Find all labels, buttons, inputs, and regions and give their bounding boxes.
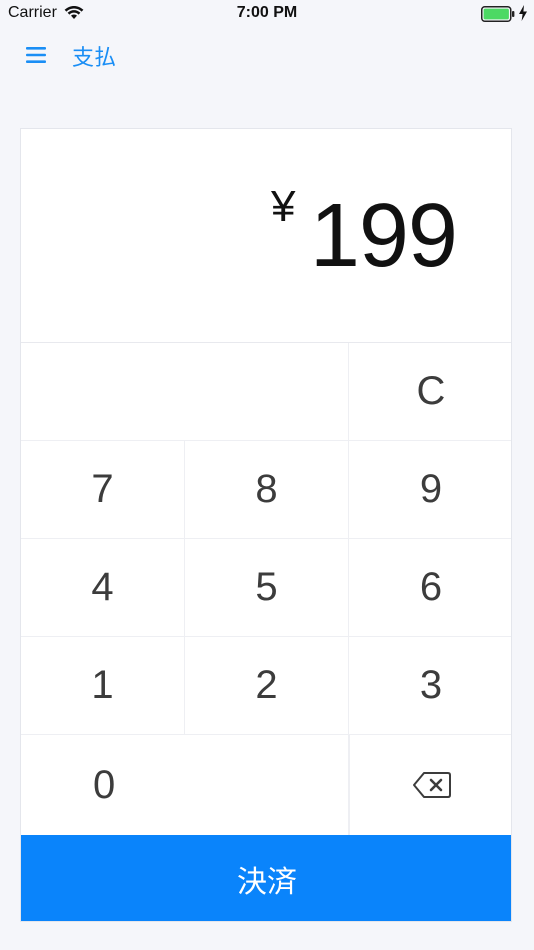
key-7[interactable]: 7 xyxy=(21,441,185,539)
keypad: C 7 8 9 4 5 6 1 2 3 0 xyxy=(21,343,511,835)
key-1[interactable]: 1 xyxy=(21,637,185,735)
backspace-button[interactable] xyxy=(349,735,511,835)
pay-button[interactable]: 決済 xyxy=(21,835,511,921)
key-8[interactable]: 8 xyxy=(185,441,349,539)
status-bar: Carrier 7:00 PM xyxy=(0,0,534,28)
key-4[interactable]: 4 xyxy=(21,539,185,637)
amount-display: ¥ 199 xyxy=(21,129,511,343)
amount-value: 199 xyxy=(309,186,458,286)
nav-bar: 支払 xyxy=(0,28,534,84)
key-2[interactable]: 2 xyxy=(185,637,349,735)
key-0[interactable]: 0 xyxy=(21,735,349,835)
payment-card: ¥ 199 C 7 8 9 4 5 6 1 2 3 0 決済 xyxy=(20,128,512,922)
key-3[interactable]: 3 xyxy=(349,637,511,735)
keypad-empty-cell xyxy=(21,343,349,441)
battery-icon xyxy=(481,6,515,22)
backspace-icon xyxy=(412,772,451,798)
clear-button[interactable]: C xyxy=(349,343,511,441)
currency-symbol: ¥ xyxy=(271,182,296,231)
key-5[interactable]: 5 xyxy=(185,539,349,637)
key-6[interactable]: 6 xyxy=(349,539,511,637)
page-title: 支払 xyxy=(72,45,117,70)
hamburger-menu-icon[interactable] xyxy=(26,46,46,64)
charging-bolt-icon xyxy=(519,5,527,21)
clock-time: 7:00 PM xyxy=(236,4,298,21)
key-9[interactable]: 9 xyxy=(349,441,511,539)
